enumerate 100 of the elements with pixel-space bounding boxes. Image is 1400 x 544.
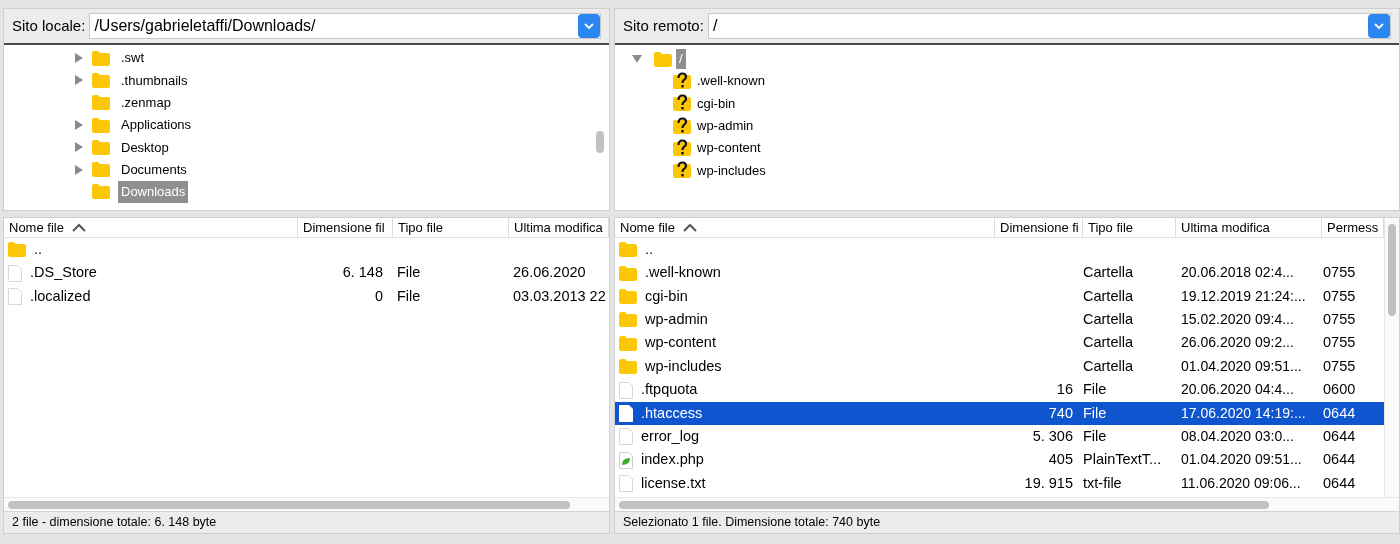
permissions: 0755 bbox=[1323, 264, 1356, 281]
modified-date: 11.06.2020 09:06... bbox=[1181, 474, 1301, 491]
column-header[interactable]: Tipo file bbox=[1088, 218, 1134, 238]
folder-icon bbox=[92, 184, 110, 200]
status-bar: 2 file - dimensione totale: 6. 148 byte bbox=[4, 511, 609, 533]
sort-ascending-icon[interactable] bbox=[71, 223, 86, 232]
column-header[interactable]: Permess bbox=[1327, 218, 1379, 238]
modified-date: 20.06.2020 04:4... bbox=[1181, 381, 1294, 398]
tree-item[interactable]: wp-content bbox=[697, 138, 761, 158]
file-name[interactable]: .ftpquota bbox=[641, 379, 698, 401]
folder-icon bbox=[92, 139, 110, 155]
question-folder-icon bbox=[673, 161, 691, 180]
file-size: 19. 915 bbox=[1024, 474, 1073, 491]
column-header[interactable]: Nome file bbox=[620, 218, 675, 238]
folder-icon bbox=[92, 117, 110, 133]
expand-arrow-icon[interactable] bbox=[74, 120, 84, 131]
question-folder-icon bbox=[673, 72, 691, 91]
permissions: 0600 bbox=[1323, 381, 1356, 398]
dropdown-chevron-icon[interactable] bbox=[1368, 14, 1390, 38]
folder-icon bbox=[619, 288, 637, 304]
file-type: Cartella bbox=[1083, 357, 1133, 374]
column-header[interactable]: Nome file bbox=[9, 217, 64, 238]
folder-icon bbox=[92, 72, 110, 88]
file-name[interactable]: cgi-bin bbox=[645, 285, 688, 308]
expand-arrow-icon[interactable] bbox=[74, 53, 84, 64]
file-name[interactable]: .htaccess bbox=[641, 402, 703, 425]
path-combo-box[interactable]: / bbox=[707, 13, 1391, 39]
status-bar: Selezionato 1 file. Dimensione totale: 740 byte bbox=[615, 511, 1399, 533]
question-folder-icon bbox=[673, 94, 691, 113]
path-combo-box[interactable]: /Users/gabrieletaffi/Downloads/ bbox=[89, 13, 601, 39]
file-size: 16 bbox=[1056, 381, 1073, 398]
tree-item[interactable]: .zenmap bbox=[118, 92, 174, 114]
file-name[interactable]: .localized bbox=[30, 285, 91, 308]
modified-date: 17.06.2020 14:19:... bbox=[1181, 404, 1306, 421]
vertical-scrollbar-thumb[interactable] bbox=[1388, 224, 1396, 316]
expand-arrow-icon[interactable] bbox=[74, 164, 84, 175]
tree-item[interactable]: .well-known bbox=[697, 71, 765, 91]
file-name[interactable]: .well-known bbox=[645, 262, 721, 284]
column-header[interactable]: Ultima modifica bbox=[514, 217, 603, 238]
file-icon bbox=[619, 475, 633, 493]
folder-icon bbox=[8, 242, 26, 258]
expand-arrow-icon[interactable] bbox=[74, 75, 84, 86]
address-label: Sito remoto: bbox=[623, 15, 704, 36]
permissions: 0755 bbox=[1323, 287, 1356, 304]
permissions: 0644 bbox=[1323, 404, 1356, 421]
modified-date: 15.02.2020 09:4... bbox=[1181, 311, 1294, 327]
permissions: 0644 bbox=[1323, 427, 1356, 444]
address-label: Sito locale: bbox=[12, 15, 86, 36]
tree-item[interactable]: wp-includes bbox=[697, 160, 766, 181]
folder-icon bbox=[619, 312, 637, 328]
horizontal-scrollbar-thumb[interactable] bbox=[619, 500, 1269, 509]
column-header[interactable]: Dimensione fi bbox=[1000, 218, 1079, 238]
file-name[interactable]: .. bbox=[645, 238, 654, 261]
file-type: PlainTextT... bbox=[1083, 451, 1162, 468]
tree-item[interactable]: Desktop bbox=[118, 136, 172, 159]
file-icon bbox=[619, 404, 633, 422]
file-type: File bbox=[397, 264, 421, 281]
folder-icon bbox=[619, 335, 637, 351]
modified-date: 08.04.2020 03:0... bbox=[1181, 427, 1294, 444]
folder-icon bbox=[619, 242, 637, 258]
file-name[interactable]: wp-includes bbox=[645, 355, 722, 378]
file-type: File bbox=[1083, 381, 1107, 398]
file-name[interactable]: wp-content bbox=[645, 332, 716, 355]
folder-icon bbox=[92, 162, 110, 178]
modified-date: 01.04.2020 09:51... bbox=[1181, 357, 1302, 374]
tree-item[interactable]: cgi-bin bbox=[697, 93, 736, 114]
expand-arrow-icon[interactable] bbox=[74, 142, 84, 153]
file-name[interactable]: wp-admin bbox=[645, 309, 708, 331]
tree-item[interactable]: Applications bbox=[118, 114, 195, 136]
file-icon bbox=[619, 381, 633, 399]
column-header[interactable]: Ultima modifica bbox=[1181, 218, 1270, 238]
folder-icon bbox=[92, 50, 110, 66]
dropdown-chevron-icon[interactable] bbox=[578, 14, 600, 38]
horizontal-scrollbar-thumb[interactable] bbox=[8, 500, 570, 509]
file-size: 740 bbox=[1048, 404, 1073, 421]
modified-date: 01.04.2020 09:51... bbox=[1181, 451, 1302, 468]
permissions: 0755 bbox=[1323, 357, 1356, 374]
file-name[interactable]: .. bbox=[34, 238, 43, 261]
tree-item[interactable]: wp-admin bbox=[697, 116, 754, 136]
file-icon bbox=[619, 428, 633, 446]
modified-date: 20.06.2018 02:4... bbox=[1181, 264, 1294, 281]
tree-item[interactable]: .thumbnails bbox=[118, 69, 191, 92]
file-icon bbox=[8, 264, 22, 282]
column-header[interactable]: Dimensione fil bbox=[303, 217, 385, 238]
file-name[interactable]: error_log bbox=[641, 425, 700, 448]
file-name[interactable]: index.php bbox=[641, 449, 704, 472]
file-type: Cartella bbox=[1083, 334, 1133, 351]
tree-item[interactable]: Documents bbox=[118, 158, 190, 181]
collapse-arrow-icon[interactable] bbox=[632, 54, 642, 64]
vertical-scrollbar-thumb[interactable] bbox=[596, 131, 604, 153]
permissions: 0755 bbox=[1323, 334, 1356, 351]
file-name[interactable]: .DS_Store bbox=[30, 262, 97, 285]
column-header[interactable]: Tipo file bbox=[398, 217, 444, 238]
file-name[interactable]: license.txt bbox=[641, 472, 706, 495]
file-icon bbox=[8, 288, 22, 306]
file-size: 405 bbox=[1048, 451, 1073, 468]
file-type: File bbox=[1083, 404, 1107, 421]
tree-item[interactable]: .swt bbox=[118, 47, 148, 69]
file-size: 5. 306 bbox=[1032, 427, 1073, 444]
sort-ascending-icon[interactable] bbox=[682, 223, 697, 232]
